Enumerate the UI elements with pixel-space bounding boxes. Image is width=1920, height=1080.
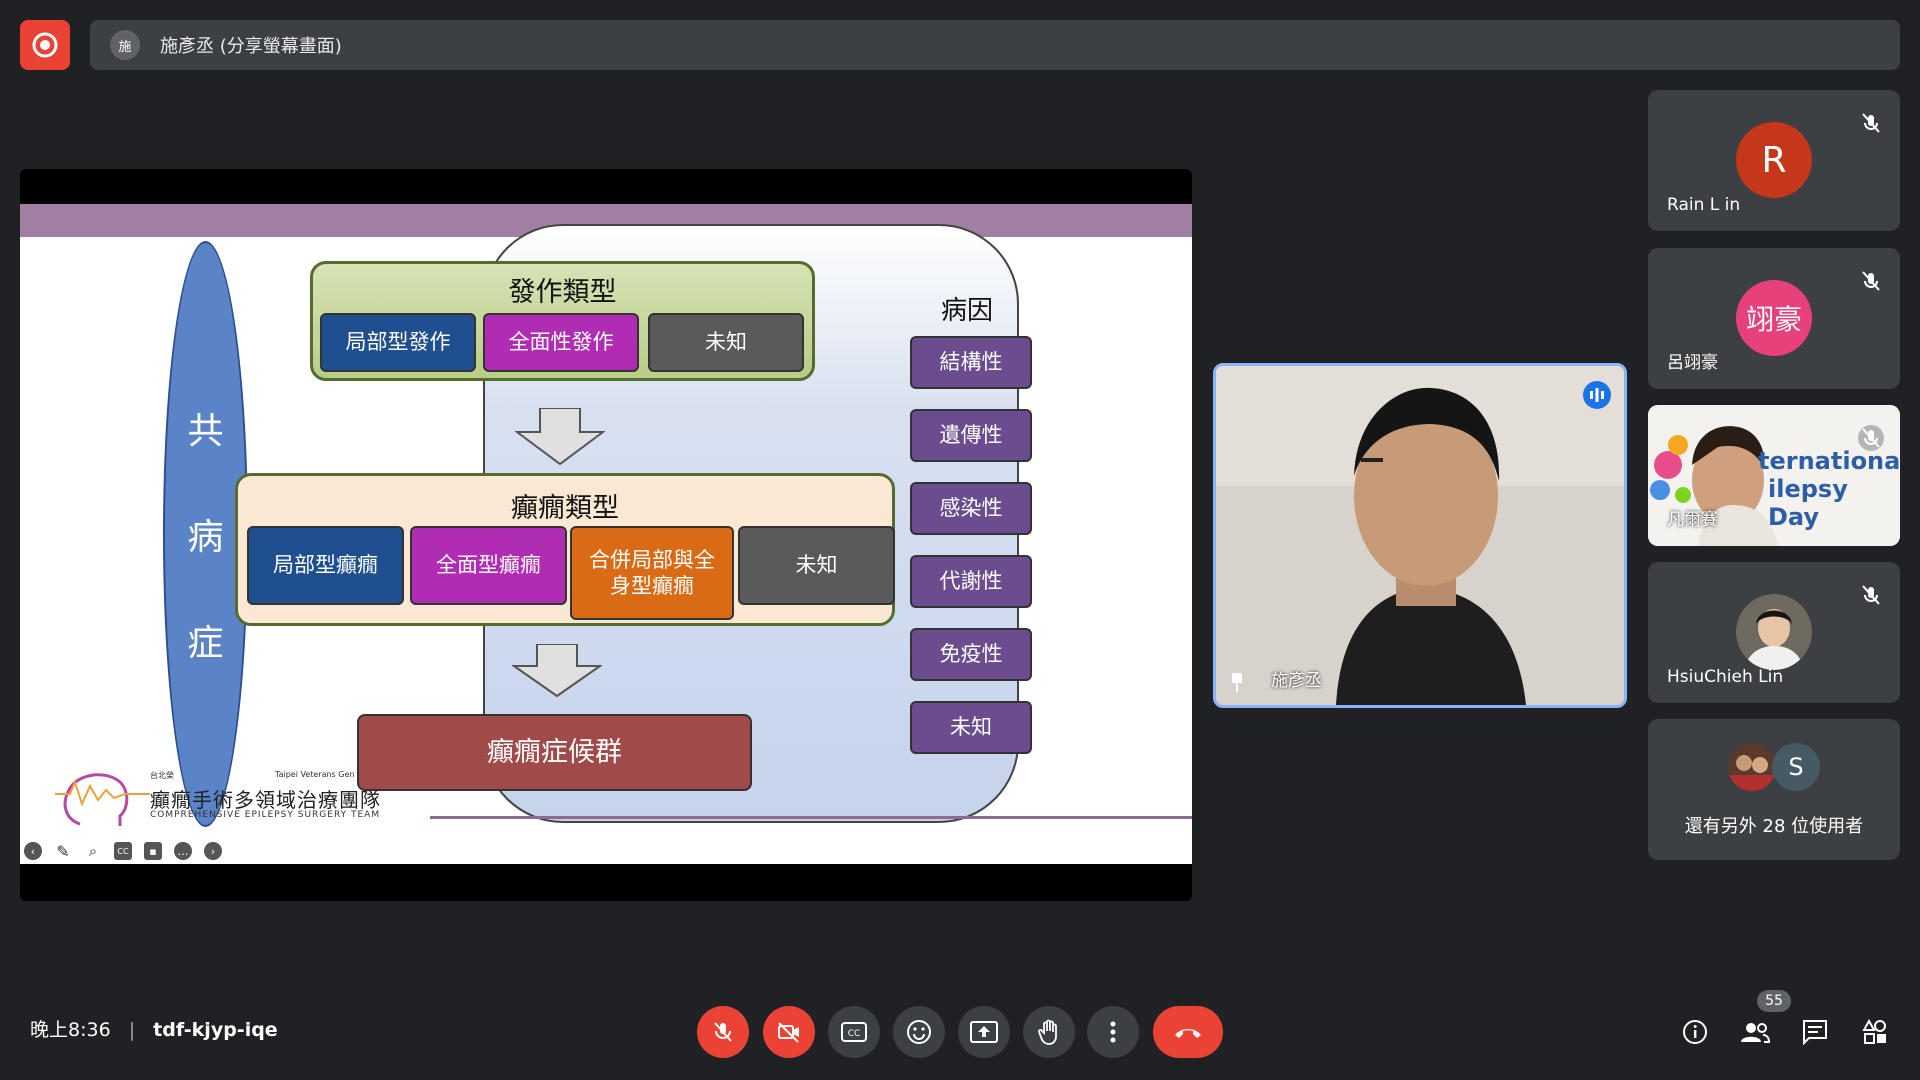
pen-icon[interactable]: ✎ — [54, 842, 72, 861]
seizure-type-unknown: 未知 — [648, 313, 804, 372]
divider: | — [128, 1019, 136, 1041]
participant-tile[interactable]: 翊豪 呂翊豪 — [1648, 248, 1900, 389]
slide-toolbar: ‹ ✎ ⌕ CC ▪ … › — [20, 838, 222, 864]
comorbidity-char: 病 — [187, 517, 224, 558]
camera-off-icon — [778, 1022, 799, 1043]
end-call-icon — [1175, 1029, 1201, 1038]
speaker-video — [1216, 366, 1624, 705]
participant-tile[interactable]: HsiuChieh Lin — [1648, 562, 1900, 703]
logo-main-text: 癲癇手術多領域治療團隊 — [150, 788, 381, 812]
etiology-metabolic: 代謝性 — [910, 555, 1032, 608]
etiology-immune: 免疫性 — [910, 628, 1032, 681]
avatar — [1728, 743, 1776, 791]
meeting-info[interactable]: 晚上8:36 | tdf-kjyp-iqe — [30, 1015, 278, 1042]
comorbidity-char: 共 — [187, 411, 224, 452]
etiology-infectious: 感染性 — [910, 482, 1032, 535]
camera-icon[interactable]: ▪ — [144, 842, 162, 860]
avatar: S — [1772, 743, 1820, 791]
speaker-name: 施彥丞 — [1271, 671, 1322, 691]
captions-icon: CC — [841, 1022, 867, 1042]
banner-text: ternational — [1758, 447, 1900, 475]
screen-share-view[interactable]: 共 病 症 發作類型 局部型發作 全面性發作 未知 癲癇類型 局部型癲癇 全面型… — [20, 169, 1192, 901]
people-button[interactable] — [1738, 1015, 1772, 1049]
presenting-bar: 施 施彥丞 (分享螢幕畫面) — [90, 20, 1900, 70]
epilepsy-type-generalized: 全面型癲癇 — [410, 526, 567, 605]
footer-line — [430, 816, 1192, 819]
presenter-label: 施彥丞 (分享螢幕畫面) — [160, 36, 342, 57]
seizure-type-focal: 局部型發作 — [320, 313, 476, 372]
slide: 共 病 症 發作類型 局部型發作 全面性發作 未知 癲癇類型 局部型癲癇 全面型… — [20, 204, 1192, 864]
avatar — [1736, 594, 1812, 670]
more-participants-label: 還有另外 28 位使用者 — [1684, 816, 1864, 837]
mic-off-icon — [1862, 585, 1880, 605]
info-icon — [1683, 1020, 1707, 1044]
participant-name: 呂翊豪 — [1667, 353, 1718, 373]
epilepsy-type-combined: 合併局部與全身型癲癇 — [570, 526, 734, 620]
avatar: 施 — [110, 30, 140, 60]
chat-icon — [1803, 1020, 1827, 1045]
pin-icon[interactable] — [1228, 671, 1246, 693]
down-arrow-icon — [515, 408, 605, 466]
banner-text: ilepsy Day — [1768, 475, 1848, 531]
team-logo: 台北榮 Taipei Veterans Gen 癲癇手術多領域治療團隊 COMP… — [50, 764, 450, 834]
leave-call-button[interactable] — [1153, 1006, 1223, 1058]
participant-tile[interactable]: R Rain L in — [1648, 90, 1900, 231]
avatar: R — [1736, 122, 1812, 198]
etiology-title: 病因 — [941, 296, 994, 326]
meeting-code: tdf-kjyp-iqe — [153, 1019, 278, 1041]
more-options-button[interactable] — [1087, 1006, 1139, 1058]
recording-indicator[interactable] — [20, 20, 70, 70]
mic-off-icon — [1862, 271, 1880, 291]
participant-count-badge: 55 — [1757, 990, 1791, 1012]
etiology-genetic: 遺傳性 — [910, 409, 1032, 462]
participant-tile[interactable]: ternational ilepsy Day 凡爾賽 — [1648, 405, 1900, 546]
reactions-button[interactable] — [893, 1006, 945, 1058]
people-icon — [1741, 1023, 1770, 1043]
mic-off-icon — [714, 1022, 732, 1042]
avatar: 翊豪 — [1736, 280, 1812, 356]
meeting-details-button[interactable] — [1678, 1015, 1712, 1049]
prev-slide-icon[interactable]: ‹ — [24, 842, 42, 860]
participant-name: HsiuChieh Lin — [1667, 667, 1784, 687]
record-icon — [32, 32, 58, 58]
etiology-unknown: 未知 — [910, 701, 1032, 754]
epilepsy-type-focal: 局部型癲癇 — [247, 526, 404, 605]
participant-name: Rain L in — [1667, 195, 1741, 215]
present-screen-button[interactable] — [958, 1006, 1010, 1058]
logo-small-text: 台北榮 — [150, 771, 174, 780]
seizure-types-title: 發作類型 — [508, 277, 617, 308]
logo-en-text: COMPREHENSIVE EPILEPSY SURGERY TEAM — [150, 810, 381, 820]
captions-button[interactable]: CC — [828, 1006, 880, 1058]
activities-icon — [1862, 1019, 1886, 1044]
hand-icon — [1038, 1019, 1057, 1045]
more-vert-icon — [1110, 1021, 1116, 1043]
mic-off-icon — [1858, 425, 1884, 451]
comorbidity-char: 症 — [187, 623, 224, 664]
etiology-structural: 結構性 — [910, 336, 1032, 389]
epilepsy-type-unknown: 未知 — [738, 526, 895, 605]
more-icon[interactable]: … — [174, 842, 192, 860]
present-icon — [970, 1021, 998, 1043]
more-participants-tile[interactable]: S 還有另外 28 位使用者 — [1648, 719, 1900, 860]
mic-off-icon — [1862, 113, 1880, 133]
raise-hand-button[interactable] — [1023, 1006, 1075, 1058]
mic-toggle-button[interactable] — [697, 1006, 749, 1058]
clock-time: 晚上8:36 — [30, 1019, 111, 1041]
activities-button[interactable] — [1858, 1015, 1892, 1049]
emoji-icon — [907, 1020, 931, 1044]
head-logo-icon — [55, 773, 150, 826]
camera-toggle-button[interactable] — [763, 1006, 815, 1058]
logo-en-top: Taipei Veterans Gen — [275, 770, 355, 779]
down-arrow-icon — [512, 644, 602, 698]
epilepsy-types-title: 癲癇類型 — [511, 493, 619, 524]
subtitles-icon[interactable]: CC — [114, 842, 132, 860]
chat-button[interactable] — [1798, 1015, 1832, 1049]
seizure-type-generalized: 全面性發作 — [483, 313, 639, 372]
speaker-video-tile[interactable]: 施彥丞 — [1213, 363, 1627, 708]
participant-name: 凡爾賽 — [1667, 510, 1718, 530]
next-slide-icon[interactable]: › — [204, 842, 222, 860]
svg-text:CC: CC — [848, 1029, 861, 1039]
speaking-indicator-icon — [1583, 381, 1611, 409]
zoom-icon[interactable]: ⌕ — [84, 842, 102, 860]
